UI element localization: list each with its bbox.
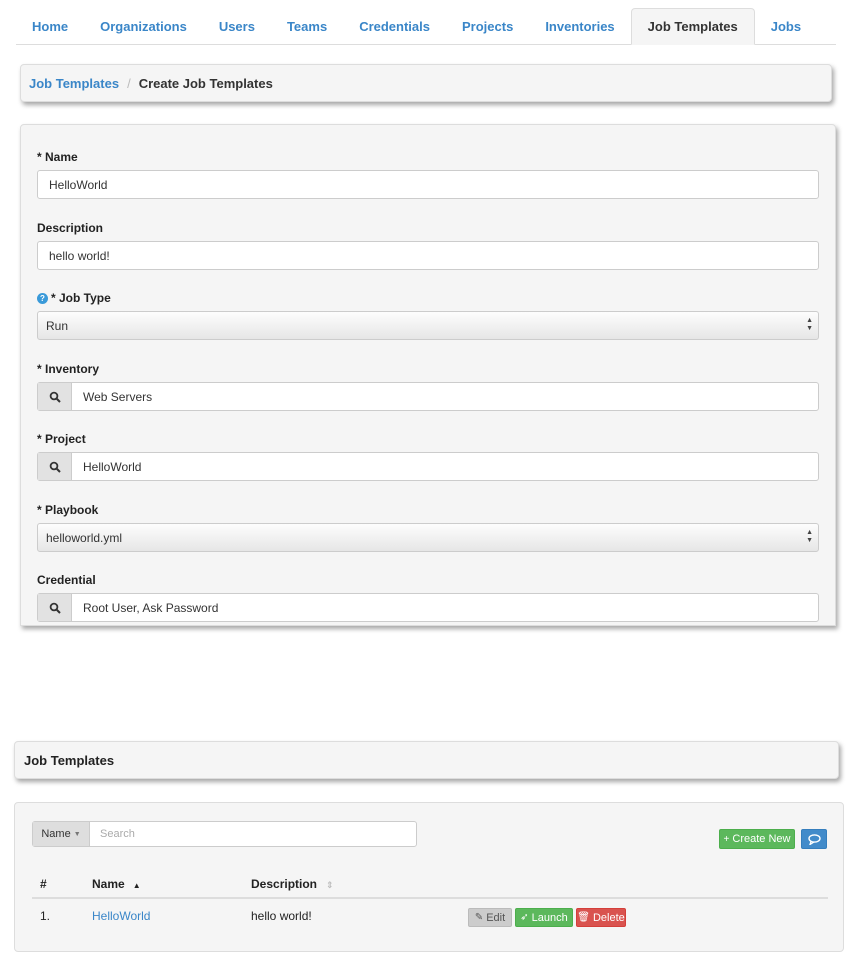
name-label: * Name [37, 150, 78, 164]
row-index: 1. [40, 909, 51, 923]
description-field-group: Description hello world! [37, 220, 819, 270]
column-header-name[interactable]: Name ▲ [92, 877, 141, 891]
sort-icon: ⇕ [326, 880, 334, 890]
job-type-select[interactable]: Run ▲ ▼ [37, 311, 819, 340]
list-title: Job Templates [14, 741, 839, 779]
search-icon [49, 461, 61, 473]
search-icon [49, 602, 61, 614]
project-lookup: HelloWorld [37, 452, 819, 481]
column-header-index: # [40, 877, 47, 891]
tab-inventories[interactable]: Inventories [529, 8, 630, 44]
credential-label: Credential [37, 573, 96, 587]
comments-icon [807, 833, 821, 845]
search-group: Name ▼ [32, 821, 417, 847]
activity-stream-button[interactable] [801, 829, 827, 849]
select-arrows-icon: ▲ ▼ [806, 529, 813, 544]
delete-button[interactable]: 🗑 Delete [576, 908, 626, 927]
job-type-label-row: ? * Job Type [37, 290, 819, 306]
project-field-group: * Project HelloWorld [37, 431, 819, 481]
tab-organizations[interactable]: Organizations [84, 8, 203, 44]
launch-label: Launch [531, 911, 568, 924]
inventory-field-group: * Inventory Web Servers [37, 361, 819, 411]
row-description: hello world! [251, 909, 312, 923]
question-circle-icon[interactable]: ? [37, 292, 48, 304]
tab-job-templates[interactable]: Job Templates [630, 8, 755, 45]
credential-input[interactable]: Root User, Ask Password [72, 594, 218, 621]
search-icon [49, 391, 61, 403]
edit-icon: ✎ [474, 912, 484, 923]
search-input[interactable] [90, 822, 390, 846]
plus-icon: + [723, 833, 730, 845]
credential-lookup: Root User, Ask Password [37, 593, 819, 622]
breadcrumb-current: Create Job Templates [138, 75, 273, 91]
tab-projects[interactable]: Projects [446, 8, 529, 44]
search-field-label: Name [41, 828, 71, 840]
trash-icon: 🗑 [577, 912, 590, 923]
breadcrumb-job-templates-link[interactable]: Job Templates [29, 76, 119, 91]
caret-down-icon: ▼ [73, 830, 81, 838]
column-header-description[interactable]: Description ⇕ [251, 877, 334, 891]
main-nav-tabs: Home Organizations Users Teams Credentia… [16, 8, 836, 45]
playbook-label: * Playbook [37, 503, 99, 517]
breadcrumb-separator: / [127, 75, 131, 91]
inventory-input[interactable]: Web Servers [72, 383, 152, 410]
name-field-group: * Name HelloWorld [37, 149, 819, 199]
delete-label: Delete [592, 911, 625, 924]
tab-jobs[interactable]: Jobs [755, 8, 817, 44]
launch-button[interactable]: ➶ Launch [515, 908, 573, 927]
credential-lookup-button[interactable] [38, 594, 72, 621]
project-label: * Project [37, 432, 86, 446]
column-header-description-label: Description [251, 877, 318, 891]
project-lookup-button[interactable] [38, 453, 72, 480]
create-new-button[interactable]: + Create New [719, 829, 795, 849]
tab-teams[interactable]: Teams [271, 8, 343, 44]
job-type-field-group: ? * Job Type Run ▲ ▼ [37, 290, 819, 340]
tab-users[interactable]: Users [203, 8, 271, 44]
edit-button[interactable]: ✎ Edit [468, 908, 512, 927]
inventory-label: * Inventory [37, 362, 100, 376]
edit-label: Edit [486, 911, 506, 924]
playbook-field-group: * Playbook helloworld.yml ▲ ▼ [37, 502, 819, 552]
create-job-template-form: * Name HelloWorld Description hello worl… [20, 124, 836, 626]
job-type-label: * Job Type [51, 291, 111, 305]
job-type-value: Run [46, 318, 69, 333]
playbook-value: helloworld.yml [46, 530, 123, 545]
credential-field-group: Credential Root User, Ask Password [37, 572, 819, 622]
description-label: Description [37, 221, 104, 235]
playbook-select[interactable]: helloworld.yml ▲ ▼ [37, 523, 819, 552]
name-input[interactable]: HelloWorld [37, 170, 819, 199]
tab-credentials[interactable]: Credentials [343, 8, 446, 44]
sort-ascending-icon: ▲ [132, 881, 141, 890]
row-name-link[interactable]: HelloWorld [92, 909, 150, 923]
create-new-label: Create New [732, 833, 791, 845]
inventory-lookup-button[interactable] [38, 383, 72, 410]
job-templates-list-panel: Name ▼ + Create New # Name ▲ Description ⇕… [14, 802, 844, 952]
rocket-icon: ➶ [520, 912, 529, 923]
table-header: # Name ▲ Description ⇕ [32, 871, 828, 899]
project-input[interactable]: HelloWorld [72, 453, 141, 480]
breadcrumb: Job Templates / Create Job Templates [20, 64, 832, 102]
inventory-lookup: Web Servers [37, 382, 819, 411]
column-header-name-label: Name [92, 877, 125, 891]
tab-home[interactable]: Home [16, 8, 84, 44]
description-input[interactable]: hello world! [37, 241, 819, 270]
table-row: 1. HelloWorld hello world! ✎ Edit ➶ Laun… [32, 901, 828, 935]
select-arrows-icon: ▲ ▼ [806, 317, 813, 332]
search-field-dropdown[interactable]: Name ▼ [33, 822, 90, 846]
